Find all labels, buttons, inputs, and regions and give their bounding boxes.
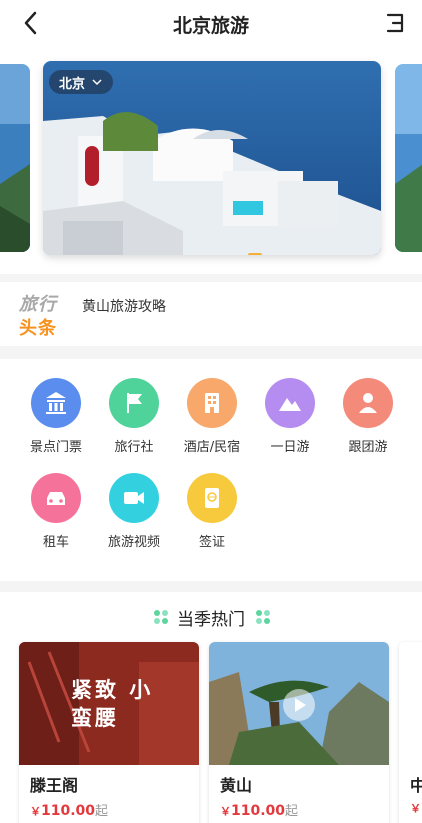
- category-car-rental[interactable]: 租车: [16, 473, 96, 550]
- hot-card[interactable]: 黄山 ￥110.00起: [209, 642, 389, 823]
- headline-logo-top: 旅行: [19, 294, 57, 315]
- flag-icon: [109, 378, 159, 428]
- chevron-down-icon: [92, 79, 102, 86]
- video-icon: [109, 473, 159, 523]
- building-icon: [187, 378, 237, 428]
- banner-slide-prev[interactable]: [0, 64, 30, 252]
- travel-headline[interactable]: 旅行 头条 黄山旅游攻略: [0, 282, 422, 346]
- category-travel-agency[interactable]: 旅行社: [94, 378, 174, 455]
- play-icon[interactable]: [282, 688, 316, 722]
- card-image-text: 紧致 小蛮腰: [71, 678, 154, 730]
- hot-card[interactable]: 紧致 小蛮腰 滕王阁 ￥110.00起: [19, 642, 199, 823]
- headline-logo-bottom: 头条: [19, 318, 57, 339]
- passport-icon: [187, 473, 237, 523]
- city-selector[interactable]: 北京: [49, 70, 114, 94]
- category-hotel[interactable]: 酒店/民宿: [172, 378, 252, 455]
- headline-text[interactable]: 黄山旅游攻略: [82, 296, 166, 316]
- header: 北京旅游: [0, 0, 422, 46]
- leaf-icon: [256, 610, 270, 624]
- page-title: 北京旅游: [172, 15, 249, 37]
- category-label: 旅行社: [114, 440, 154, 455]
- card-price: ￥110.00起: [220, 803, 299, 819]
- group-icon: [343, 378, 393, 428]
- card-image: [399, 642, 422, 765]
- category-visa[interactable]: 签证: [172, 473, 252, 550]
- card-name: 黄山: [220, 776, 253, 795]
- page: 北京旅游 北京 旅行 头条 黄山旅游攻略 景点门票 旅行社 酒店/民宿 一日游 …: [0, 0, 422, 823]
- carousel-indicator: [248, 253, 262, 255]
- landmark-icon: [31, 378, 81, 428]
- menu-icon[interactable]: [384, 11, 406, 35]
- category-label: 旅游视频: [107, 535, 160, 550]
- card-name: 滕王阁: [30, 776, 79, 795]
- seasonal-hot-section: 当季热门 紧致 小蛮腰 滕王阁 ￥110.00起 黄山 ￥110.00起 中 ￥: [0, 592, 422, 823]
- category-label: 景点门票: [29, 440, 82, 455]
- banner-slide-next[interactable]: [395, 64, 422, 252]
- category-scenic-tickets[interactable]: 景点门票: [16, 378, 96, 455]
- card-image: [209, 642, 389, 765]
- category-label: 跟团游: [348, 440, 388, 455]
- section-title: 当季热门: [177, 610, 245, 630]
- card-price: ￥: [410, 802, 421, 815]
- card-price: ￥110.00起: [30, 803, 109, 819]
- mountain-icon: [265, 378, 315, 428]
- category-grid: 景点门票 旅行社 酒店/民宿 一日游 跟团游 租车 旅游视频 签证: [0, 359, 422, 581]
- category-travel-video[interactable]: 旅游视频: [94, 473, 174, 550]
- category-label: 一日游: [270, 440, 310, 455]
- car-icon: [31, 473, 81, 523]
- category-day-tour[interactable]: 一日游: [250, 378, 330, 455]
- city-label: 北京: [59, 76, 86, 92]
- category-label: 租车: [42, 535, 69, 550]
- hot-card[interactable]: 中 ￥: [399, 642, 422, 823]
- category-group-tour[interactable]: 跟团游: [328, 378, 408, 455]
- category-label: 签证: [198, 535, 225, 550]
- category-label: 酒店/民宿: [183, 440, 241, 455]
- banner-carousel[interactable]: 北京: [0, 46, 422, 274]
- card-name: 中: [410, 776, 422, 795]
